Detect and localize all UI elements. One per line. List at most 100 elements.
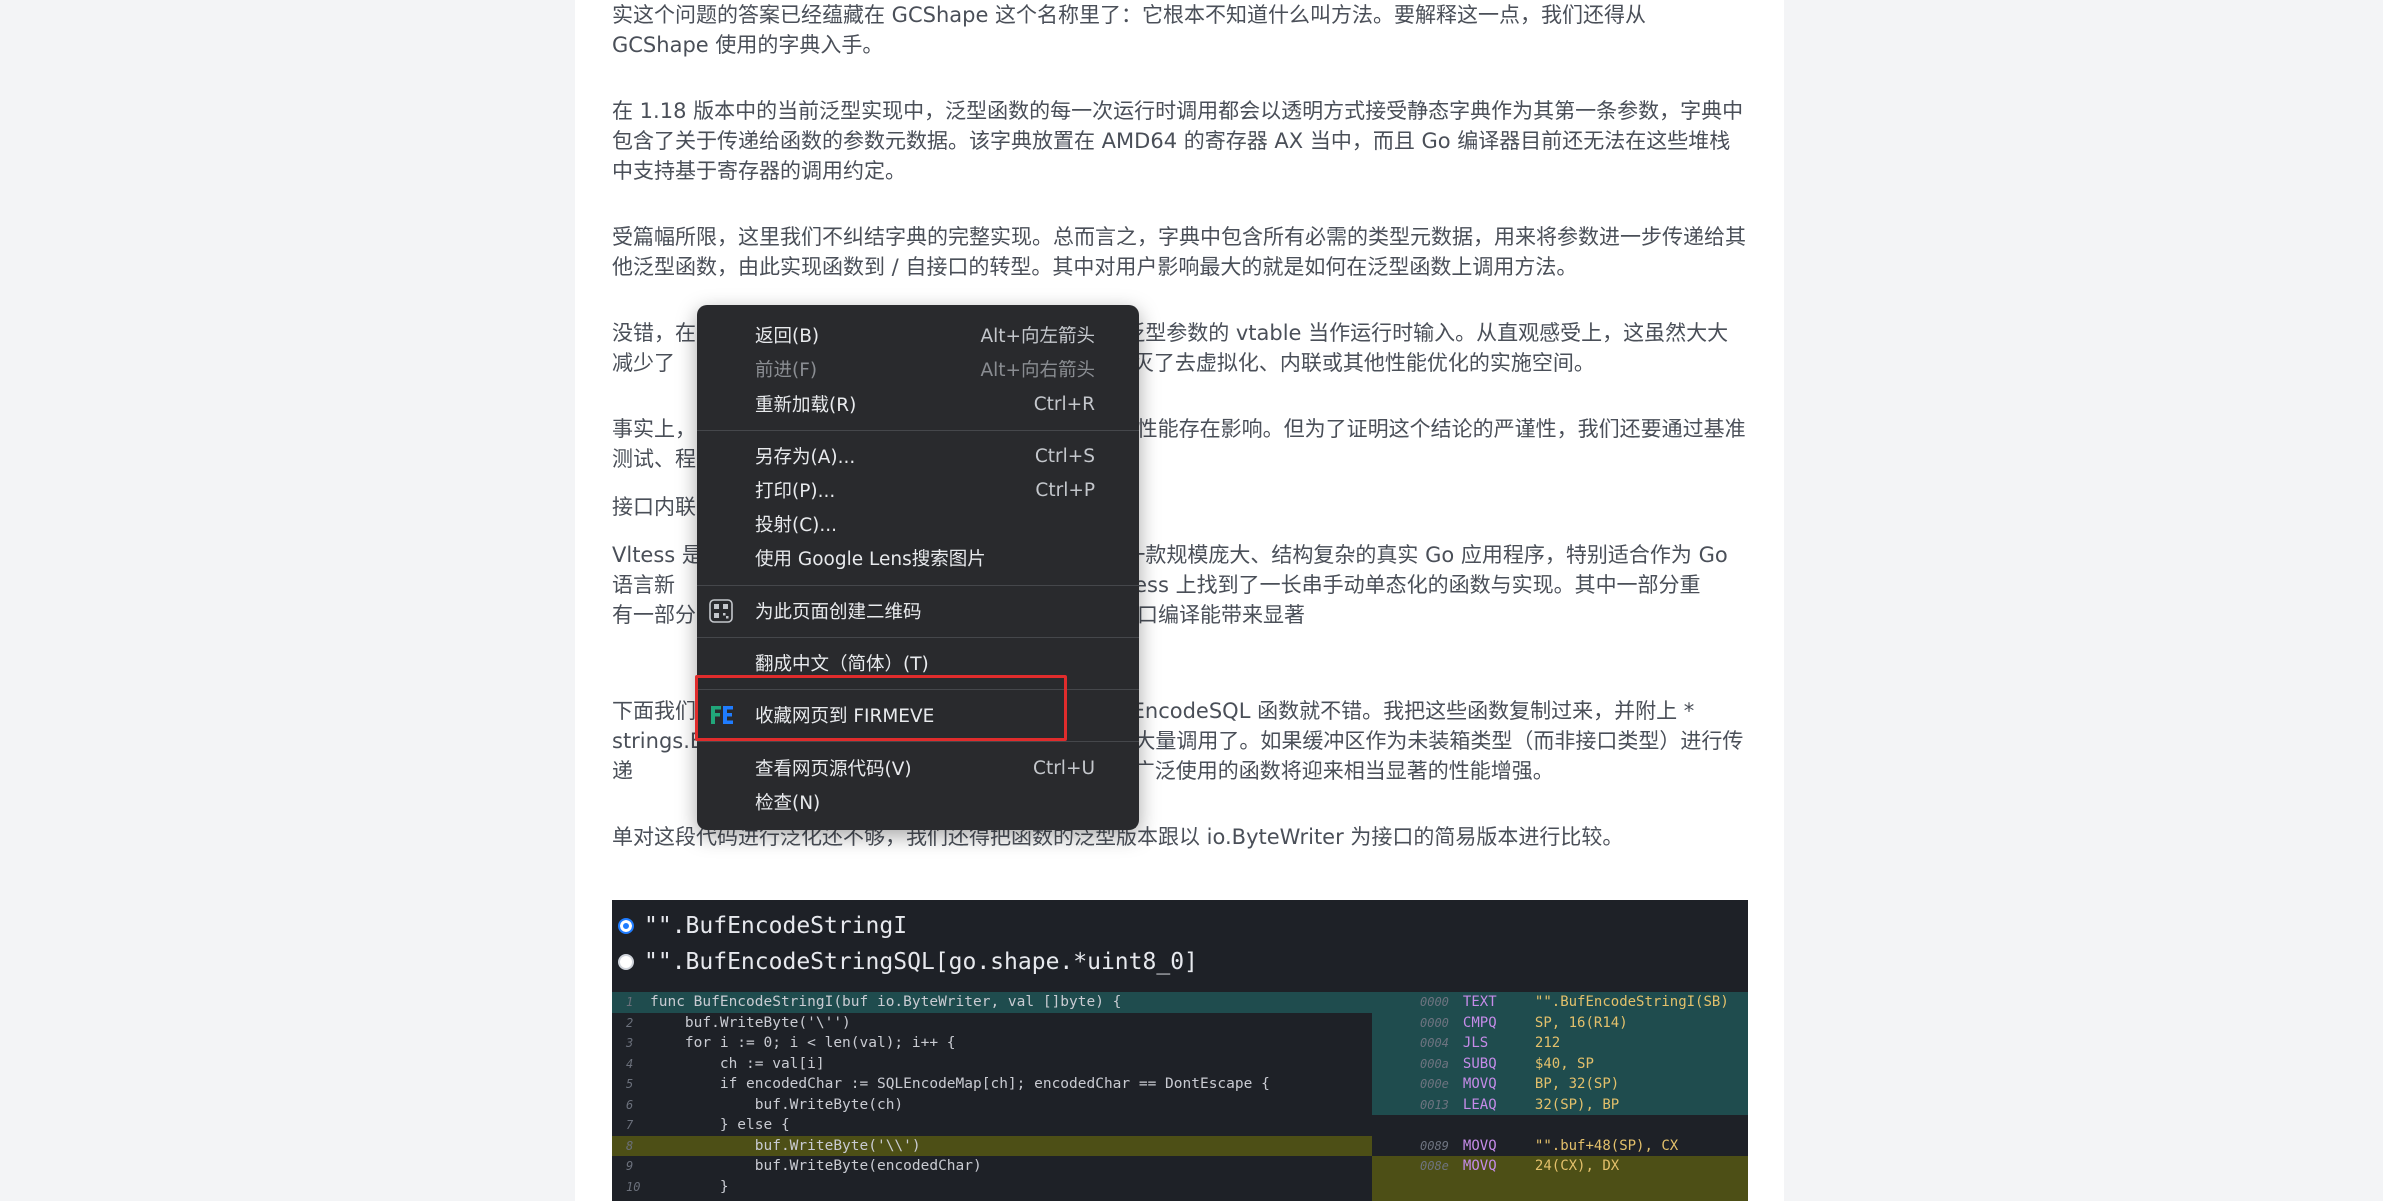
article-paragraph: 在 1.18 版本中的当前泛型实现中，泛型函数的每一次运行时调用都会以透明方式接… <box>612 99 1744 183</box>
menu-item-qr-code[interactable]: 为此页面创建二维码 <box>697 594 1139 628</box>
asm-line: 008e MOVQ 24(CX), DX <box>1402 1156 1748 1177</box>
menu-item-label: 为此页面创建二维码 <box>755 602 922 623</box>
symbol-option[interactable]: "".BufEncodeStringSQL[go.shape.*uint8_0] <box>618 946 1198 978</box>
asm-address: 008e <box>1420 1159 1449 1173</box>
line-number: 4 <box>626 1056 634 1071</box>
menu-item-label: 查看网页源代码(V) <box>755 759 912 780</box>
menu-separator <box>697 637 1139 638</box>
menu-item-reload[interactable]: 重新加载(R) Ctrl+R <box>697 387 1139 421</box>
source-line: 3 for i := 0; i < len(val); i++ { <box>612 1033 1372 1054</box>
asm-line: 0013 LEAQ 32(SP), BP <box>1402 1095 1748 1116</box>
asm-args: BP, 32(SP) <box>1534 1076 1620 1092</box>
assembly-listing: 0000 TEXT "".BufEncodeStringI(SB) 0000 CMPQ S… <box>1402 992 1748 1201</box>
source-line: 2 buf.WriteByte('\'') <box>612 1013 1372 1034</box>
asm-line <box>1402 1115 1748 1136</box>
line-number: 3 <box>626 1036 634 1050</box>
annotation-highlight-box <box>695 675 1067 741</box>
source-text: } else { <box>650 1117 790 1133</box>
source-line: 8 buf.WriteByte('\\') <box>612 1135 1372 1156</box>
menu-item-google-lens[interactable]: 使用 Google Lens搜索图片 <box>697 541 1139 575</box>
line-number: 2 <box>626 1015 634 1030</box>
menu-item-shortcut: Ctrl+P <box>1035 479 1095 501</box>
symbol-option-label: "".BufEncodeStringSQL[go.shape.*uint8_0] <box>644 949 1198 975</box>
line-number: 5 <box>626 1077 634 1091</box>
menu-item-label: 前进(F) <box>755 360 818 381</box>
symbol-option-label: "".BufEncodeStringI <box>644 913 908 939</box>
asm-args: "".BufEncodeStringI(SB) <box>1534 994 1729 1010</box>
radio-button[interactable] <box>618 954 634 970</box>
menu-item-shortcut: Ctrl+R <box>1033 393 1095 415</box>
source-line: 9 buf.WriteByte(encodedChar) <box>612 1156 1372 1177</box>
article-paragraph: 受篇幅所限，这里我们不纠结字典的完整实现。总而言之，字典中包含所有必需的类型元数… <box>612 225 1746 279</box>
menu-item-label: 重新加载(R) <box>755 395 857 416</box>
radio-button[interactable] <box>618 918 634 934</box>
asm-line: 0000 TEXT "".BufEncodeStringI(SB) <box>1402 992 1748 1013</box>
menu-item-inspect[interactable]: 检查(N) <box>697 785 1139 819</box>
line-number: 8 <box>626 1138 634 1153</box>
source-text: } <box>650 1178 729 1195</box>
asm-args: 32(SP), BP <box>1534 1096 1620 1113</box>
menu-separator <box>697 430 1139 431</box>
asm-args: 24(CX), DX <box>1534 1158 1620 1174</box>
source-text: if encodedChar := SQLEncodeMap[ch]; enco… <box>650 1076 1270 1092</box>
asm-address: 0013 <box>1420 1097 1449 1112</box>
source-text: func BufEncodeStringI(buf io.ByteWriter,… <box>650 994 1122 1010</box>
asm-line: 0089 MOVQ "".buf+48(SP), CX <box>1402 1136 1748 1157</box>
asm-opcode: SUBQ <box>1462 1055 1497 1072</box>
asm-address: 0089 <box>1420 1138 1449 1153</box>
asm-opcode: LEAQ <box>1462 1096 1497 1113</box>
menu-item-forward[interactable]: 前进(F) Alt+向右箭头 <box>697 352 1139 386</box>
asm-line: 0004 JLS 212 <box>1402 1033 1748 1054</box>
asm-address: 0000 <box>1420 995 1449 1009</box>
article-paragraph: 实这个问题的答案已经蕴藏在 GCShape 这个名称里了：它根本不知道什么叫方法… <box>612 3 1647 57</box>
source-code: 1 func BufEncodeStringI(buf io.ByteWriter… <box>612 992 1372 1197</box>
context-menu: 返回(B) Alt+向左箭头前进(F) Alt+向右箭头重新加载(R) Ctrl+R 另… <box>697 305 1139 830</box>
asm-opcode: TEXT <box>1462 994 1497 1010</box>
asm-args: $40, SP <box>1534 1055 1594 1072</box>
asm-opcode: MOVQ <box>1462 1076 1497 1092</box>
code-viewer: 1 func BufEncodeStringI(buf io.ByteWriter… <box>612 900 1748 1201</box>
asm-opcode: MOVQ <box>1462 1137 1497 1154</box>
source-line: 5 if encodedChar := SQLEncodeMap[ch]; en… <box>612 1074 1372 1095</box>
asm-opcode: CMPQ <box>1462 1014 1497 1031</box>
menu-item-shortcut: Ctrl+S <box>1034 445 1095 467</box>
symbol-option[interactable]: "".BufEncodeStringI <box>618 910 907 942</box>
source-text: ch := val[i] <box>650 1055 825 1072</box>
menu-item-label: 返回(B) <box>755 326 820 347</box>
menu-item-print[interactable]: 打印(P)... Ctrl+P <box>697 473 1139 507</box>
line-number: 10 <box>626 1179 641 1194</box>
asm-opcode: JLS <box>1462 1035 1489 1051</box>
menu-item-label: 另存为(A)... <box>755 447 856 468</box>
menu-item-label: 投射(C)... <box>755 515 837 536</box>
line-number: 6 <box>626 1097 634 1112</box>
menu-separator <box>697 585 1139 586</box>
source-line: 1 func BufEncodeStringI(buf io.ByteWriter… <box>612 992 1372 1013</box>
menu-item-shortcut: Ctrl+U <box>1033 757 1095 779</box>
asm-line: 000a SUBQ $40, SP <box>1402 1054 1748 1075</box>
source-text: buf.WriteByte('\\') <box>650 1137 921 1154</box>
source-text: for i := 0; i < len(val); i++ { <box>650 1035 956 1051</box>
source-text: buf.WriteByte('\'') <box>650 1014 851 1031</box>
menu-item-save-as[interactable]: 另存为(A)... Ctrl+S <box>697 439 1139 473</box>
asm-args: SP, 16(R14) <box>1534 1014 1628 1031</box>
qr-code-icon <box>709 599 733 623</box>
asm-address: 0000 <box>1420 1015 1449 1030</box>
menu-item-view-source[interactable]: 查看网页源代码(V) Ctrl+U <box>697 751 1139 785</box>
source-line: 7 } else { <box>612 1115 1372 1136</box>
asm-opcode: MOVQ <box>1462 1158 1497 1174</box>
source-text: buf.WriteByte(ch) <box>650 1096 904 1113</box>
line-number: 1 <box>626 995 634 1009</box>
line-number: 7 <box>626 1118 634 1132</box>
menu-item-label: 打印(P)... <box>755 481 836 502</box>
asm-line: 000e MOVQ BP, 32(SP) <box>1402 1074 1748 1095</box>
menu-item-cast[interactable]: 投射(C)... <box>697 507 1139 541</box>
menu-separator <box>697 741 1139 742</box>
source-line: 4 ch := val[i] <box>612 1054 1372 1075</box>
asm-address: 000a <box>1420 1056 1449 1071</box>
source-text: buf.WriteByte(encodedChar) <box>650 1158 982 1174</box>
asm-args: "".buf+48(SP), CX <box>1534 1137 1679 1154</box>
asm-address: 0004 <box>1420 1036 1449 1050</box>
menu-item-shortcut: Alt+向左箭头 <box>980 326 1095 347</box>
menu-item-back[interactable]: 返回(B) Alt+向左箭头 <box>697 318 1139 352</box>
menu-item-label: 使用 Google Lens搜索图片 <box>755 549 986 570</box>
